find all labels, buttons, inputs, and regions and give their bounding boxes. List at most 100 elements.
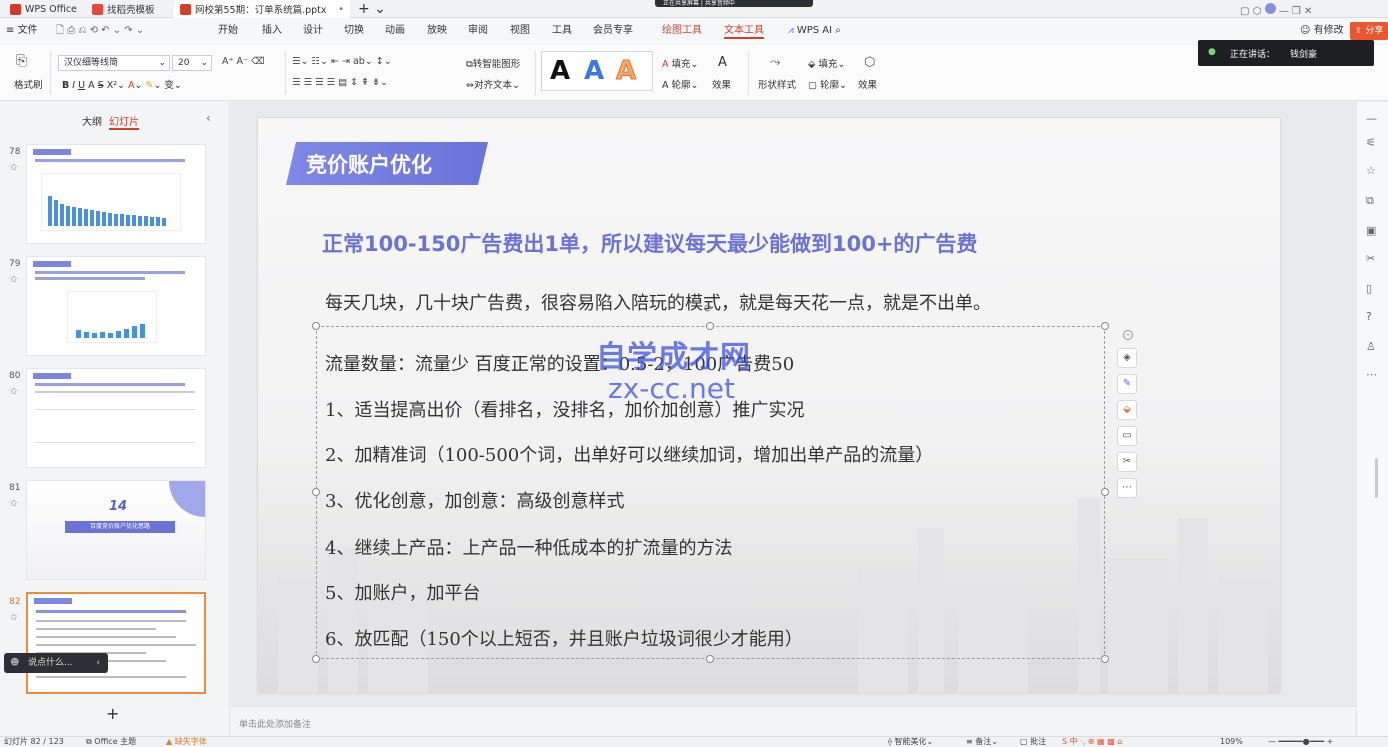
window-controls[interactable]: ▢ ⬡ — ❐ ✕ <box>1240 3 1312 17</box>
format-painter-label[interactable]: 格式刷 <box>14 77 43 91</box>
slide-star-icon[interactable]: ✩ <box>10 613 18 623</box>
share-button[interactable]: ⇪ 分享 <box>1350 22 1388 40</box>
scrollbar-thumb[interactable] <box>1375 458 1378 498</box>
menu-transition[interactable]: 切换 <box>344 23 364 39</box>
slide-thumb-78[interactable] <box>26 144 206 244</box>
menu-wps-ai[interactable]: ⩘ WPS AI ⌕ <box>788 23 841 39</box>
align-icons[interactable]: ☰ ☰ ☰ ☰ ▤ ⇕ ⇞ ⇟⌄ <box>292 77 388 88</box>
align-text-button[interactable]: ⇔对齐文本⌄ <box>466 77 520 91</box>
tools-icon[interactable]: ✂ <box>1366 252 1375 265</box>
style-orange[interactable]: A <box>615 56 636 87</box>
tab-slides[interactable]: 幻灯片 <box>109 113 139 130</box>
font-size-adjust-icons[interactable]: A⁺ A⁻ ⌫ <box>222 56 265 67</box>
search-icon: ⌕ <box>835 25 841 36</box>
new-tab-button[interactable]: + ⌄ <box>352 0 392 18</box>
font-style-icons[interactable]: B I U A S X²⌄ A⌄ ✎⌄ 变⌄ <box>62 77 182 91</box>
more-icon[interactable]: ⋯ <box>1366 368 1377 381</box>
menu-tools[interactable]: 工具 <box>552 23 572 39</box>
menu-animation[interactable]: 动画 <box>385 23 405 39</box>
resize-handle[interactable] <box>1101 488 1109 496</box>
more-icon[interactable]: ⋯ <box>1117 478 1137 498</box>
slide-star-icon[interactable]: ✩ <box>10 275 18 285</box>
shape-fill-button[interactable]: ⬙ 填充⌄ <box>808 56 845 70</box>
slide-thumb-82[interactable] <box>26 592 206 694</box>
status-bar: 幻灯片 82 / 123 ⧉ Office 主题 ▲ 缺失字体 ⟠ 智能美化⌄ … <box>0 736 1388 746</box>
menu-file[interactable]: ≡ 文件 <box>6 23 38 39</box>
text-outline-button[interactable]: A 轮廓⌄ <box>662 77 699 91</box>
minus-icon[interactable]: — <box>1366 112 1377 125</box>
add-slide-button[interactable]: + <box>106 704 119 723</box>
font-size-select[interactable]: 20 ⌄ <box>172 55 212 71</box>
notes-area[interactable]: 单击此处添加备注 <box>231 706 1355 736</box>
pptx-icon <box>180 3 191 15</box>
tab-document[interactable]: 网校第55期：订单系统篇.pptx • <box>174 0 350 18</box>
shape-style-button[interactable]: 形状样式 <box>758 77 796 91</box>
tab-close-icon[interactable]: • <box>338 4 344 15</box>
collapse-icon[interactable]: ‹ <box>206 111 211 125</box>
resize-handle[interactable] <box>312 488 320 496</box>
help-icon[interactable]: ? <box>1366 310 1372 323</box>
resize-handle[interactable] <box>1101 322 1109 330</box>
text-effect-icon[interactable]: A <box>718 55 727 70</box>
menu-member[interactable]: 会员专享 <box>593 23 633 39</box>
menu-insert[interactable]: 插入 <box>262 23 282 39</box>
menu-view[interactable]: 视图 <box>510 23 530 39</box>
menu-home[interactable]: 开始 <box>218 23 238 39</box>
list-icons[interactable]: ☰⌄ ☷⌄ ⇤ ⇥ ab⌄ ↕⌄ <box>292 56 392 67</box>
shirt-icon[interactable]: ♙ <box>1366 340 1376 353</box>
menu-design[interactable]: 设计 <box>303 23 323 39</box>
tab-outline[interactable]: 大纲 <box>82 113 102 128</box>
comment-input[interactable]: ☻ 说点什么... ‹ <box>4 653 108 673</box>
tab-wps-office[interactable]: WPS Office <box>4 0 83 18</box>
wps-logo-icon <box>10 3 21 15</box>
format-painter-icon[interactable]: ⎘ <box>16 53 27 69</box>
shape-style-icon[interactable]: ⤳ <box>770 55 780 70</box>
settings-sliders-icon[interactable]: ⚟ <box>1366 136 1376 149</box>
fill-icon[interactable]: ⬙ <box>1117 400 1137 420</box>
slide-panel: 大纲 幻灯片 ‹ 78 ✩ 79 ✩ 80 ✩ 81 ✩ 14 百度竞价账户优化… <box>0 102 230 736</box>
body-line-0[interactable]: 每天几块，几十块广告费，很容易陷入陪玩的模式，就是每天花一点，就是不出单。 <box>325 289 991 315</box>
copy-icon[interactable]: ⧉ <box>1366 194 1374 208</box>
text-style-gallery[interactable]: A A A <box>541 51 653 91</box>
slide-thumb-79[interactable] <box>26 256 206 356</box>
convert-smart-shape[interactable]: ⧉转智能图形 <box>466 56 520 70</box>
shape-effect-icon[interactable]: ⬡ <box>864 55 875 70</box>
tools-icon[interactable]: ✂ <box>1117 452 1137 472</box>
resize-handle[interactable] <box>706 655 714 663</box>
slide-star-icon[interactable]: ✩ <box>10 387 18 397</box>
style-black[interactable]: A <box>550 56 570 86</box>
resize-handle[interactable] <box>1101 655 1109 663</box>
star-icon[interactable]: ☆ <box>1366 164 1376 177</box>
resize-handle[interactable] <box>312 655 320 663</box>
text-fill-button[interactable]: A 填充⌄ <box>662 56 699 70</box>
avatar[interactable] <box>1264 3 1276 14</box>
menu-text-tools[interactable]: 文本工具 <box>724 23 764 39</box>
resize-handle[interactable] <box>312 322 320 330</box>
quick-access-icons[interactable]: 🗋 ⎙ ⎌ ⟲ ↶ ⌄ ↷ ⌄ <box>56 23 144 39</box>
text-effect-button[interactable]: 效果 <box>712 77 731 91</box>
minus-icon[interactable]: – <box>1123 330 1133 340</box>
monitor-icon[interactable]: ▭ <box>1117 426 1137 446</box>
shape-outline-button[interactable]: ▢ 轮廓⌄ <box>808 77 847 91</box>
pen-icon[interactable]: ✎ <box>1117 374 1137 394</box>
book-icon[interactable]: ▯ <box>1366 282 1372 295</box>
resize-handle[interactable] <box>706 322 714 330</box>
image-icon[interactable]: ▣ <box>1366 224 1376 237</box>
modify-button[interactable]: ☺ 有修改 <box>1300 23 1344 39</box>
rotate-handle-icon[interactable]: ⟳ <box>704 302 713 315</box>
slide-thumb-81[interactable]: 14 百度竞价账户优化思路 <box>26 480 206 580</box>
mini-bar-chart-2 <box>67 291 157 343</box>
tab-template[interactable]: 找稻壳模板 <box>86 0 161 18</box>
layers-icon[interactable]: ◈ <box>1117 348 1137 368</box>
menu-slideshow[interactable]: 放映 <box>427 23 447 39</box>
style-blue[interactable]: A <box>584 56 604 86</box>
slide-star-icon[interactable]: ✩ <box>10 499 18 509</box>
floating-toolbar: – ◈ ✎ ⬙ ▭ ✂ ⋯ <box>1117 326 1139 502</box>
slide-star-icon[interactable]: ✩ <box>10 163 18 173</box>
shape-effect-button[interactable]: 效果 <box>858 77 877 91</box>
menu-draw-tools[interactable]: 绘图工具 <box>662 23 702 39</box>
speaking-indicator: ● 正在讲话： 钱剑豪 <box>1198 40 1374 66</box>
menu-review[interactable]: 审阅 <box>468 23 488 39</box>
slide-thumb-80[interactable] <box>26 368 206 468</box>
font-name-select[interactable]: 汉仪细等线简 ⌄ <box>58 55 170 71</box>
